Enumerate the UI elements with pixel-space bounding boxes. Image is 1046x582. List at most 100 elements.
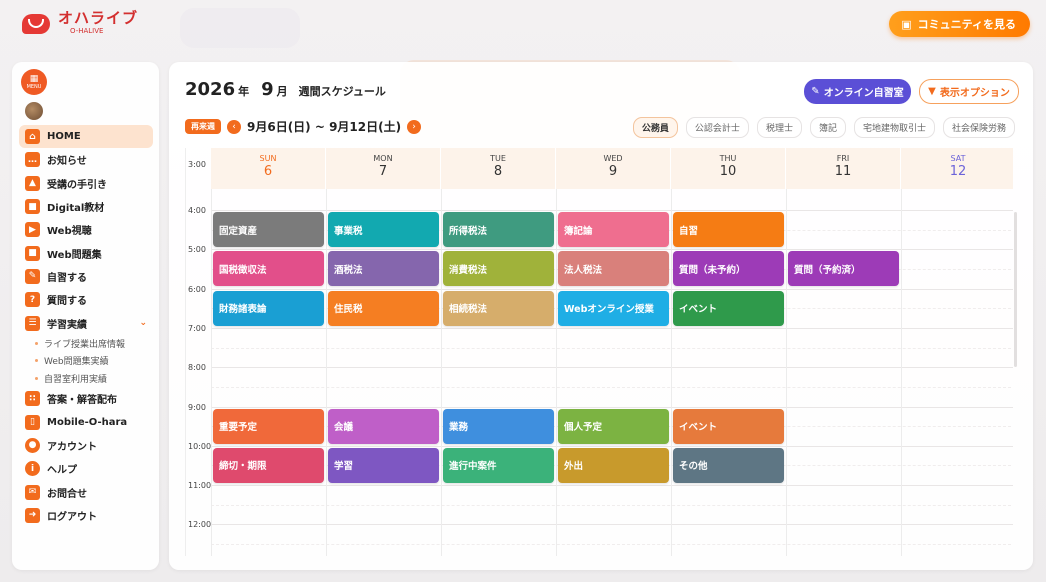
sidebar-item-web-view[interactable]: ▶ Web視聴 <box>19 218 153 241</box>
home-icon: ⌂ <box>25 129 40 145</box>
community-icon: ▣ <box>901 17 912 31</box>
day-header-wed[interactable]: WED 9 <box>556 148 671 189</box>
event-block[interactable]: 業務 <box>443 408 554 444</box>
community-button[interactable]: ▣ コミュニティを見る <box>889 11 1030 37</box>
event-block[interactable]: 酒税法 <box>328 251 439 287</box>
sidebar-item-web-quiz[interactable]: ■ Web問題集 <box>19 241 153 264</box>
menu-button[interactable]: ▦ MENU <box>21 69 47 95</box>
filter-chip-bookkeeping[interactable]: 簿記 <box>809 117 846 138</box>
half-hour-gridline <box>211 347 1013 349</box>
event-block[interactable]: その他 <box>673 447 784 483</box>
day-header-thu[interactable]: THU 10 <box>671 148 786 189</box>
calendar-scrollbar[interactable] <box>1014 212 1017 367</box>
day-date: 7 <box>378 164 388 179</box>
hour-label: 9:00 <box>188 402 206 412</box>
event-block[interactable]: 個人予定 <box>558 408 669 444</box>
sidebar-item-logout[interactable]: ➜ ログアウト <box>19 504 153 527</box>
sidebar-item-mobile[interactable]: ▯ Mobile-O-hara <box>19 410 153 433</box>
mobile-icon: ▯ <box>25 414 40 430</box>
event-block[interactable]: Webオンライン授業 <box>558 290 669 326</box>
sidebar-subitem-live[interactable]: ライブ授業出席情報 <box>35 335 153 353</box>
app-logo[interactable]: オハライブ O-HALIVE <box>20 10 138 36</box>
hour-label: 12:00 <box>188 520 212 530</box>
day-name: MON <box>373 154 393 163</box>
chevron-left-icon[interactable]: ‹ <box>227 119 241 134</box>
sidebar-item-guide[interactable]: ▲ 受講の手引き <box>19 172 153 195</box>
day-header-fri[interactable]: FRI 11 <box>786 148 901 189</box>
event-block[interactable]: 国税徴収法 <box>213 251 324 287</box>
sidebar-item-self-study[interactable]: ✎ 自習する <box>19 265 153 288</box>
filter-chip-cpa[interactable]: 公認会計士 <box>685 117 749 138</box>
event-block[interactable]: 法人税法 <box>558 251 669 287</box>
sidebar-item-label: 受講の手引き <box>47 179 107 191</box>
display-options-button[interactable]: ▼ 表示オプション <box>919 79 1019 104</box>
day-header-sun[interactable]: SUN 6 <box>211 148 326 189</box>
hour-gridline <box>211 524 1013 526</box>
event-block[interactable]: 外出 <box>558 447 669 483</box>
sidebar-item-home[interactable]: ⌂ HOME <box>19 125 153 149</box>
grid-icon: ▦ <box>29 73 39 84</box>
event-block[interactable]: 財務諸表論 <box>213 290 324 326</box>
sidebar-item-digital[interactable]: ■ Digital教材 <box>19 195 153 218</box>
online-study-room-button[interactable]: ✎ オンライン自習室 <box>804 79 911 104</box>
filter-chip-civil-servant[interactable]: 公務員 <box>632 117 678 138</box>
next-week-badge[interactable]: 再来週 <box>185 119 221 134</box>
day-date: 11 <box>834 164 852 179</box>
day-column-divider <box>211 148 212 556</box>
avatar[interactable] <box>25 102 43 120</box>
day-date: 9 <box>608 164 618 179</box>
event-block[interactable]: 会議 <box>328 408 439 444</box>
event-block[interactable]: 進行中案件 <box>443 447 554 483</box>
sidebar-item-news[interactable]: … お知らせ <box>19 148 153 171</box>
hour-gridline <box>211 288 1013 290</box>
event-block[interactable]: 自習 <box>673 212 784 247</box>
sidebar-item-label: Web問題集 <box>47 249 102 261</box>
sidebar-item-help[interactable]: i ヘルプ <box>19 457 153 480</box>
day-name: SUN <box>259 154 277 163</box>
chevron-right-icon[interactable]: › <box>407 119 422 134</box>
day-header-tue[interactable]: TUE 8 <box>441 148 556 189</box>
event-block[interactable]: 重要予定 <box>213 408 324 444</box>
week-range: 9月6日(日) ~ 9月12日(土) <box>247 120 402 134</box>
hour-label: 11:00 <box>188 481 212 491</box>
event-block[interactable]: 所得税法 <box>443 212 554 247</box>
day-name: THU <box>719 154 737 163</box>
sidebar-item-answers[interactable]: ∷ 答案・解答配布 <box>19 387 153 410</box>
event-block[interactable]: イベント <box>673 408 784 444</box>
sidebar: ▦ MENU ⌂ HOME … お知らせ ▲ 受講の手引き ■ Digital教材 ▶ W… <box>12 62 159 570</box>
sidebar-item-label: アカウント <box>47 441 97 453</box>
event-block[interactable]: 事業税 <box>328 212 439 247</box>
half-hour-gridline <box>211 504 1013 506</box>
play-icon: ▶ <box>25 222 40 238</box>
event-block[interactable]: 消費税法 <box>443 251 554 287</box>
sidebar-item-label: Mobile-O-hara <box>47 416 128 428</box>
day-name: WED <box>603 154 623 163</box>
sidebar-item-results[interactable]: ☰ 学習実績 ⌄ <box>19 311 153 334</box>
event-block[interactable]: 相続税法 <box>443 290 554 326</box>
event-block[interactable]: 質問（予約済） <box>788 251 899 287</box>
sidebar-item-account[interactable]: ● アカウント <box>19 434 153 457</box>
mail-icon: ✉ <box>25 484 40 500</box>
half-hour-gridline <box>211 386 1013 388</box>
month-unit: 月 <box>276 85 288 98</box>
event-block[interactable]: 学習 <box>328 447 439 483</box>
sidebar-subitem-web-quiz[interactable]: Web問題集実績 <box>35 352 153 370</box>
event-block[interactable]: 簿記論 <box>558 212 669 247</box>
chevron-down-icon[interactable]: ⌄ <box>139 318 147 328</box>
page-title: 2026 年 9月 週間スケジュール <box>185 79 386 100</box>
day-column-divider <box>556 148 557 556</box>
filter-chip-real-estate[interactable]: 宅地建物取引士 <box>853 117 935 138</box>
filter-chip-tax-accountant[interactable]: 税理士 <box>756 117 802 138</box>
event-block[interactable]: 質問（未予約） <box>673 251 784 287</box>
event-block[interactable]: 締切・期限 <box>213 447 324 483</box>
sidebar-item-question[interactable]: ? 質問する <box>19 288 153 311</box>
event-block[interactable]: イベント <box>673 290 784 326</box>
filter-chip-labor-consultant[interactable]: 社会保険労務 <box>942 117 1015 138</box>
sidebar-subitem-study-room[interactable]: 自習室利用実績 <box>35 370 153 388</box>
day-header-sat[interactable]: SAT 12 <box>901 148 1013 189</box>
day-column-divider <box>901 148 902 556</box>
event-block[interactable]: 住民税 <box>328 290 439 326</box>
day-header-mon[interactable]: MON 7 <box>326 148 441 189</box>
sidebar-item-contact[interactable]: ✉ お問合せ <box>19 480 153 503</box>
event-block[interactable]: 固定資産 <box>213 212 324 247</box>
